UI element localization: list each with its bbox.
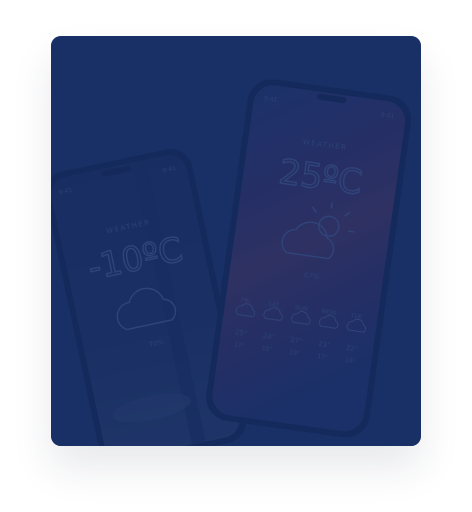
forecast-high: 25° <box>234 328 247 338</box>
forecast-low: 18° <box>261 345 273 353</box>
forecast-high: 22° <box>345 344 358 354</box>
forecast-low: 17° <box>317 353 329 361</box>
forecast-low: 19° <box>289 349 301 357</box>
forecast-low: 16° <box>345 357 357 365</box>
hero-image-card: 9:41 9:41 WEATHER -10ºC 70% 9:41 9:41 WE… <box>51 36 421 446</box>
forecast-high: 24° <box>262 332 275 342</box>
forecast-low: 17° <box>234 341 246 349</box>
phone-mockup-scene: 9:41 9:41 WEATHER -10ºC 70% 9:41 9:41 WE… <box>51 79 412 446</box>
phone-front: 9:41 9:41 WEATHER 25ºC 67% FRI 25° 17° S… <box>206 79 412 438</box>
forecast-high: 23° <box>318 340 331 350</box>
forecast-high: 27° <box>290 336 303 346</box>
phone-front-screen <box>212 85 406 432</box>
